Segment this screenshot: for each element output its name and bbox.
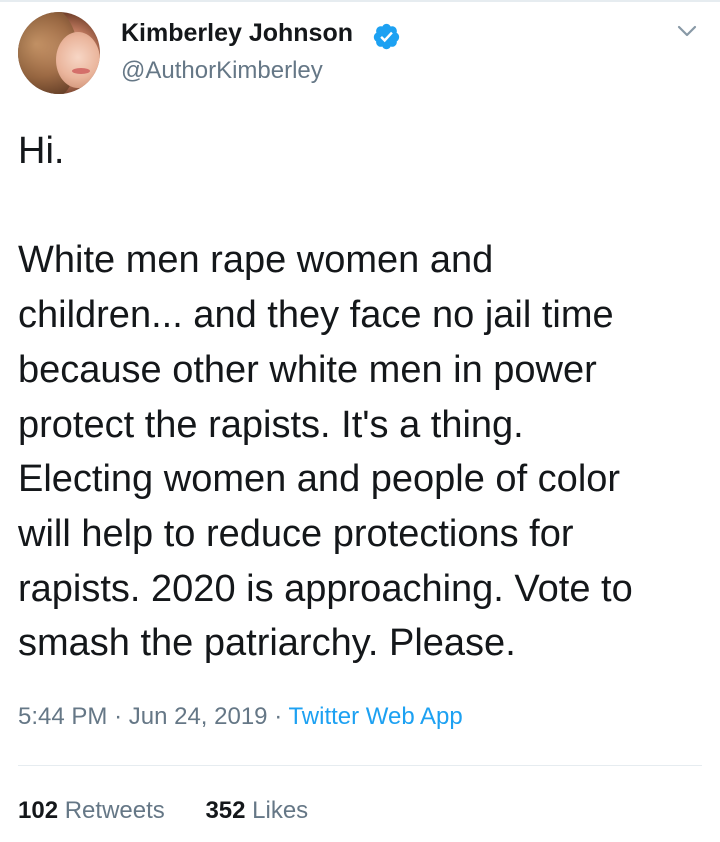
tweet-text-line: smash the patriarchy. Please. [18, 622, 516, 665]
avatar[interactable] [18, 12, 100, 94]
tweet-source-link[interactable]: Twitter Web App [288, 703, 462, 730]
meta-separator: · [274, 703, 283, 730]
likes-count: 352 [205, 797, 246, 824]
tweet-text-line: Electing women and people of color [18, 458, 621, 501]
tweet-time[interactable]: 5:44 PM [18, 703, 107, 730]
tweet-metadata: 5:44 PM · Jun 24, 2019 · Twitter Web App [18, 700, 463, 734]
author-display-name[interactable]: Kimberley Johnson [121, 16, 353, 50]
avatar-lips [72, 68, 90, 74]
retweets-label: Retweets [64, 797, 165, 824]
tweet-text-line: White men rape women and [18, 239, 494, 282]
tweet-text-line: will help to reduce protections for [18, 512, 574, 555]
likes-stat[interactable]: 352 Likes [205, 797, 308, 824]
divider [18, 765, 702, 766]
tweet-text-line [18, 179, 713, 234]
tweet-text: Hi. White men rape women and children...… [18, 124, 713, 671]
avatar-face [56, 32, 100, 88]
tweet-text-line: children... and they face no jail time [18, 294, 614, 337]
tweet-text-line: because other white men in power [18, 348, 597, 391]
tweet-text-line: rapists. 2020 is approaching. Vote to [18, 567, 633, 610]
tweet-date[interactable]: Jun 24, 2019 [129, 703, 268, 730]
author-handle[interactable]: @AuthorKimberley [121, 54, 323, 88]
tweet-text-line: protect the rapists. It's a thing. [18, 403, 524, 446]
tweet-text-line: Hi. [18, 130, 65, 172]
tweet-stats: 102 Retweets 352 Likes [18, 794, 308, 828]
chevron-down-icon[interactable] [676, 20, 698, 42]
retweets-stat[interactable]: 102 Retweets [18, 797, 165, 824]
meta-separator: · [114, 703, 123, 730]
top-border [0, 0, 720, 2]
likes-label: Likes [252, 797, 309, 824]
retweets-count: 102 [18, 797, 59, 824]
verified-badge-icon [373, 23, 400, 50]
